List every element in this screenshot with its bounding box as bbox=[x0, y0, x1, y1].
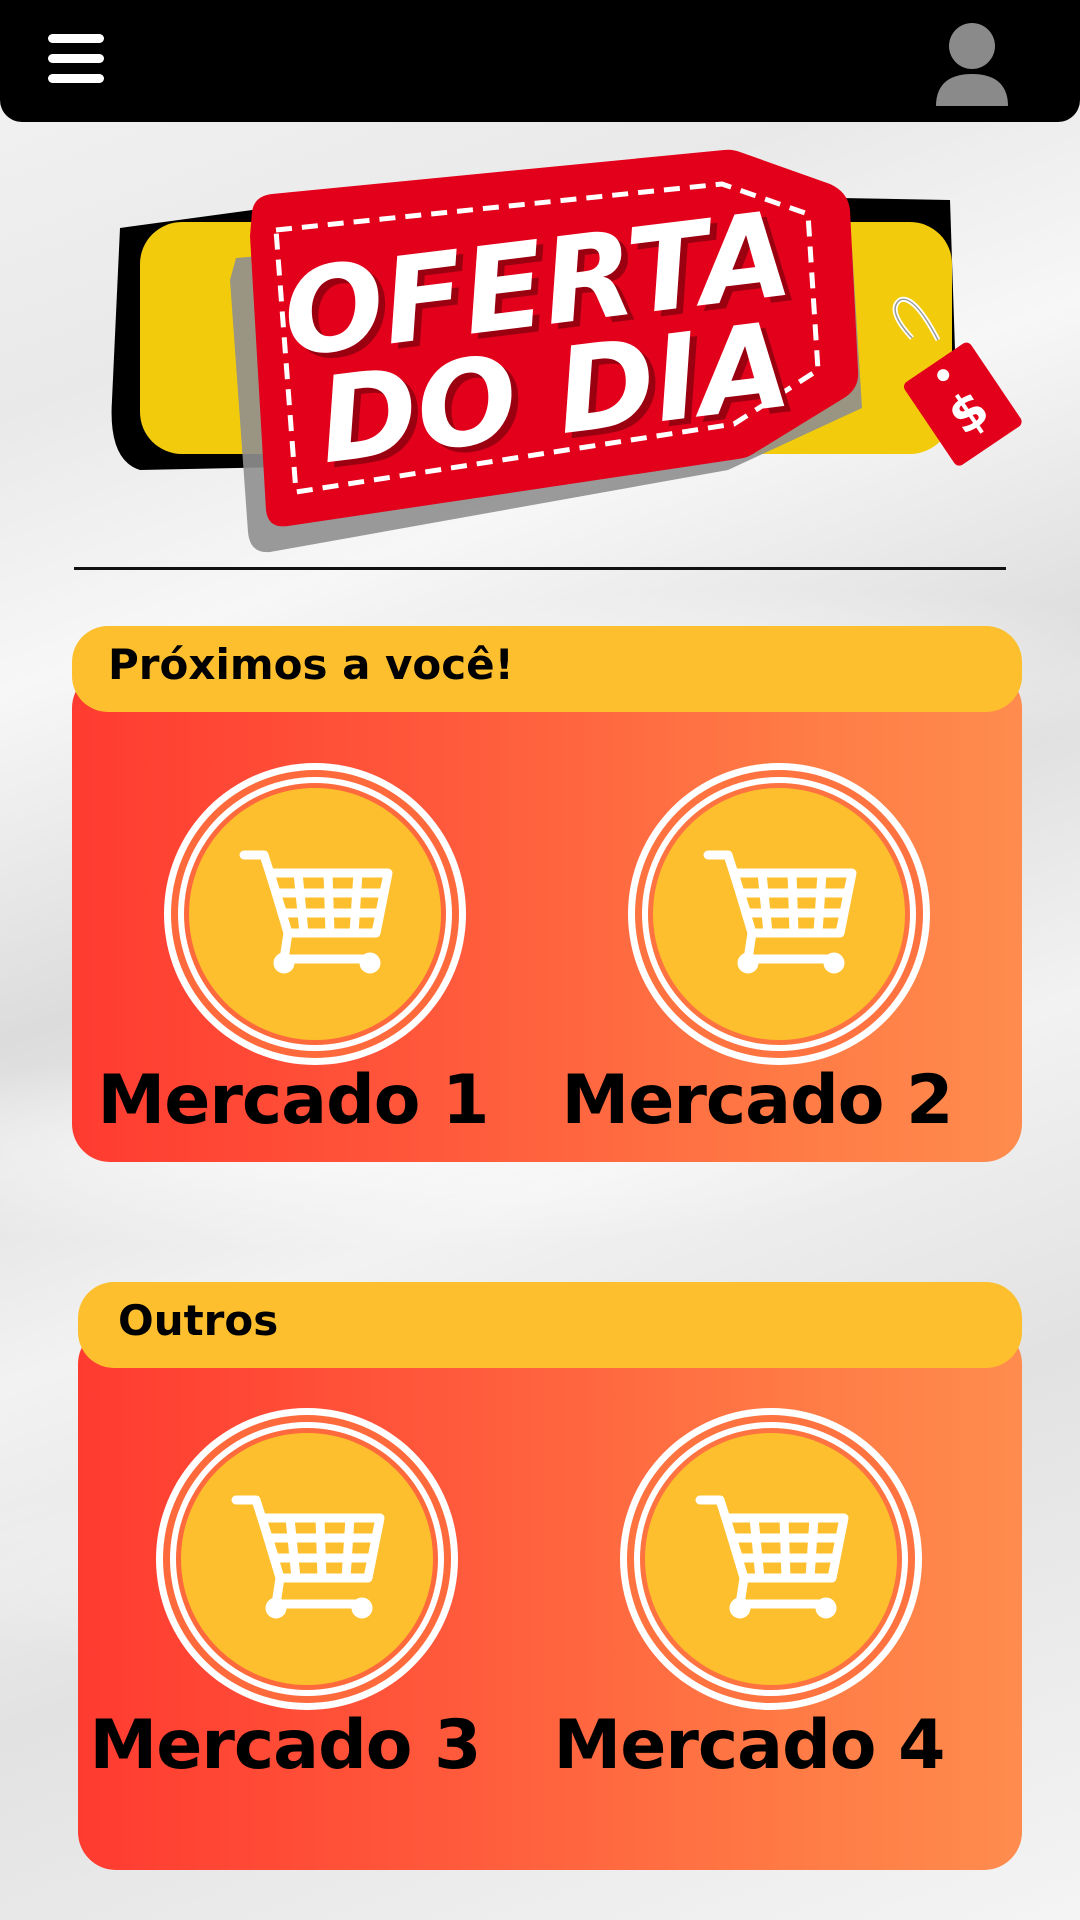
market-label: Mercado 3 bbox=[89, 1706, 482, 1785]
market-card-2[interactable]: Mercado 2 bbox=[562, 761, 953, 1141]
section-title: Próximos a você! bbox=[108, 640, 514, 689]
user-avatar-icon[interactable] bbox=[934, 18, 1010, 108]
divider bbox=[74, 567, 1006, 570]
market-card-3[interactable]: Mercado 3 bbox=[90, 1406, 481, 1786]
market-label: Mercado 1 bbox=[97, 1061, 490, 1140]
market-card-1[interactable]: Mercado 1 bbox=[98, 761, 489, 1141]
hamburger-menu-icon[interactable] bbox=[44, 30, 108, 88]
market-label: Mercado 4 bbox=[553, 1706, 946, 1785]
market-label: Mercado 2 bbox=[561, 1061, 954, 1140]
market-circle bbox=[156, 1408, 458, 1710]
market-circle bbox=[164, 763, 466, 1065]
market-circle bbox=[628, 763, 930, 1065]
top-app-bar bbox=[0, 0, 1080, 122]
oferta-do-dia-banner: OFERTA OFERTA DO DIA DO DIA $ bbox=[100, 140, 1060, 560]
section-header: Próximos a você! bbox=[72, 626, 1022, 712]
section-nearby: Próximos a você! Mercado 1 Mercado 2 bbox=[72, 626, 1022, 1162]
section-title: Outros bbox=[118, 1296, 279, 1345]
section-header: Outros bbox=[78, 1282, 1022, 1368]
section-others: Outros Mercado 3 Mercado 4 bbox=[78, 1282, 1022, 1870]
market-card-4[interactable]: Mercado 4 bbox=[554, 1406, 945, 1786]
market-circle bbox=[620, 1408, 922, 1710]
